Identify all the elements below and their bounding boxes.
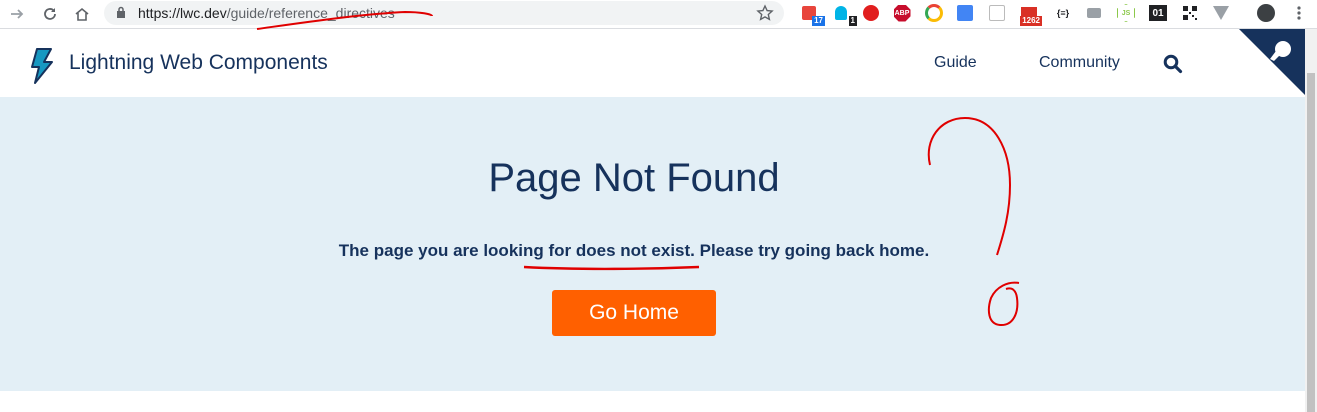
gmail-ext-icon[interactable]: 1262 bbox=[1020, 4, 1042, 26]
calendar-ext-icon[interactable]: 17 bbox=[800, 4, 825, 26]
bookmark-star-icon[interactable] bbox=[756, 4, 774, 22]
address-bar[interactable]: https://lwc.dev/guide/reference_directiv… bbox=[104, 1, 784, 25]
not-found-message: The page you are looking for does not ex… bbox=[338, 241, 930, 260]
search-icon[interactable] bbox=[1163, 54, 1183, 74]
camera-ext-icon[interactable] bbox=[1085, 4, 1103, 22]
github-corner-icon[interactable] bbox=[1239, 29, 1305, 95]
vue-ext-icon[interactable] bbox=[1212, 4, 1230, 22]
ghost-ext-icon[interactable]: 1 bbox=[832, 4, 857, 26]
nodejs-ext-icon[interactable]: JS bbox=[1117, 4, 1135, 22]
url-text: https://lwc.dev/guide/reference_directiv… bbox=[138, 5, 395, 21]
adblock-plus-ext-icon[interactable]: ABP bbox=[893, 4, 911, 22]
forward-arrow-icon bbox=[11, 9, 24, 19]
translate-ext-icon[interactable] bbox=[956, 4, 974, 22]
nav-community-link[interactable]: Community bbox=[1039, 54, 1120, 72]
go-home-button[interactable]: Go Home bbox=[552, 290, 716, 336]
stop-hand-ext-icon[interactable] bbox=[862, 4, 880, 22]
lock-icon bbox=[117, 6, 125, 18]
page-title: Page Not Found bbox=[488, 156, 780, 200]
ext-badge: 1262 bbox=[1020, 16, 1042, 26]
not-found-section: Page Not Found The page you are looking … bbox=[0, 97, 1305, 391]
url-host: https://lwc.dev bbox=[138, 5, 227, 21]
qr-code-ext-icon[interactable] bbox=[1181, 4, 1199, 22]
browser-toolbar: https://lwc.dev/guide/reference_directiv… bbox=[0, 0, 1317, 29]
ext-badge: 1 bbox=[848, 16, 857, 26]
binary-ext-icon[interactable]: 01 bbox=[1149, 4, 1167, 22]
chrome-circle-ext-icon[interactable] bbox=[925, 4, 943, 22]
site-header: Lightning Web Components Guide Community bbox=[0, 29, 1305, 97]
forward-button[interactable] bbox=[7, 4, 27, 24]
home-button[interactable] bbox=[72, 4, 92, 24]
home-icon bbox=[75, 7, 89, 21]
screenshot-ext-icon[interactable] bbox=[988, 4, 1006, 22]
ext-badge: 17 bbox=[812, 16, 825, 26]
profile-avatar-icon[interactable] bbox=[1257, 4, 1275, 22]
json-ext-icon[interactable]: {≡} bbox=[1054, 4, 1072, 22]
page-scrollbar[interactable] bbox=[1305, 29, 1317, 412]
url-path: /guide/reference_directives bbox=[226, 5, 395, 21]
reload-button[interactable] bbox=[40, 4, 60, 24]
chrome-menu-icon[interactable] bbox=[1290, 4, 1308, 22]
site-title[interactable]: Lightning Web Components bbox=[69, 51, 328, 75]
nav-guide-link[interactable]: Guide bbox=[934, 54, 977, 72]
scrollbar-thumb[interactable] bbox=[1307, 73, 1315, 412]
reload-icon bbox=[44, 8, 56, 20]
lightning-bolt-logo-icon[interactable] bbox=[27, 47, 55, 85]
